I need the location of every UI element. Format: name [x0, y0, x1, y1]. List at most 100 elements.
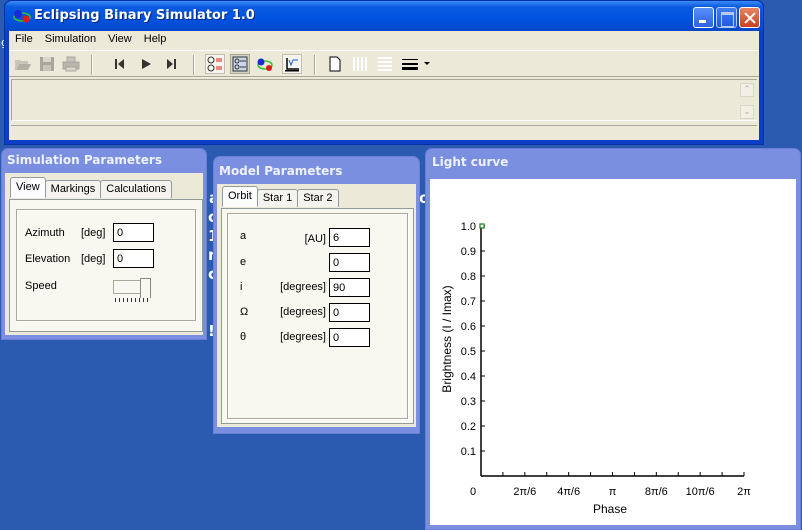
a-unit: [AU]: [304, 233, 326, 245]
menu-bar: File Simulation View Help: [9, 31, 759, 49]
new-document-button[interactable]: [325, 54, 345, 74]
panel-title[interactable]: Simulation Parameters: [7, 153, 162, 167]
x-tick-label: 4π/6: [557, 486, 580, 498]
toolbar-separator: [193, 55, 195, 75]
menu-file[interactable]: File: [9, 31, 39, 49]
chevron-down-icon: ⌄: [743, 106, 751, 116]
skip-to-end-icon: [167, 59, 176, 69]
tab-strip: View Markings Calculations: [10, 177, 173, 198]
play-button[interactable]: [136, 54, 156, 74]
omega-unit: [degrees]: [280, 306, 326, 318]
panel-title[interactable]: Model Parameters: [219, 164, 342, 178]
y-tick-label: 1.0: [461, 221, 476, 233]
tab-strip: Orbit Star 1 Star 2: [222, 186, 339, 207]
tab-orbit[interactable]: Orbit: [222, 186, 258, 207]
panel-body: a [AU] e i [degrees] Ω [degrees] θ [degr…: [217, 184, 416, 427]
data-point: [479, 223, 485, 229]
toolbar-separator: [314, 55, 316, 75]
tile-vertical-icon: [353, 57, 367, 71]
scroll-up-button[interactable]: ⌃: [740, 83, 754, 97]
view-group: Azimuth [deg] Elevation [deg] Speed: [16, 209, 196, 321]
a-input[interactable]: [329, 228, 370, 247]
chevron-up-icon: ⌃: [743, 84, 751, 94]
close-button[interactable]: [739, 7, 760, 28]
chart-svg: 0.1 0.2 0.3 0.4 0.5 0.6 0.7 0.8 0.9 1.0 0 2π/6 4π/6 π…: [440, 221, 751, 516]
azimuth-input[interactable]: [113, 223, 154, 242]
print-icon: [62, 56, 80, 72]
tab-star-2[interactable]: Star 2: [297, 189, 339, 207]
toolbar: [9, 50, 759, 77]
light-curve-icon: [285, 58, 299, 72]
scroll-down-button[interactable]: ⌄: [740, 105, 754, 119]
omega-input[interactable]: [329, 303, 370, 322]
minimize-button[interactable]: [693, 7, 714, 28]
theta-label: θ: [240, 331, 247, 343]
print-button[interactable]: [61, 54, 81, 74]
elevation-label: Elevation: [25, 253, 71, 265]
menu-simulation[interactable]: Simulation: [39, 31, 102, 49]
menu-view[interactable]: View: [102, 31, 138, 49]
open-button[interactable]: [13, 54, 33, 74]
i-label: i: [240, 281, 243, 293]
dropdown-arrow-icon: [424, 62, 430, 65]
message-log[interactable]: ⌃ ⌄: [11, 79, 757, 121]
y-tick-label: 0.4: [461, 371, 476, 383]
tab-calculations[interactable]: Calculations: [100, 180, 173, 198]
maximize-button[interactable]: [716, 7, 737, 28]
y-tick-label: 0.8: [461, 271, 476, 283]
tile-horizontal-button[interactable]: [375, 54, 395, 74]
azimuth-unit: [deg]: [81, 227, 106, 239]
x-tick-label: 8π/6: [645, 486, 668, 498]
i-input[interactable]: [329, 278, 370, 297]
save-button[interactable]: [37, 54, 57, 74]
tab-star-1[interactable]: Star 1: [256, 189, 299, 207]
y-axis-label: Brightness (I / Imax): [440, 285, 454, 392]
skip-to-start-button[interactable]: [110, 54, 130, 74]
y-tick-label: 0.3: [461, 396, 476, 408]
menu-help[interactable]: Help: [138, 31, 173, 49]
line-width-button[interactable]: [400, 54, 420, 74]
model-parameters-icon: [232, 56, 248, 72]
light-curve-chart: 0.1 0.2 0.3 0.4 0.5 0.6 0.7 0.8 0.9 1.0 0 2π/6 4π/6 π…: [430, 179, 796, 525]
binary-orbit-view-toggle[interactable]: [255, 54, 275, 74]
i-unit: [degrees]: [280, 281, 326, 293]
light-curve-toggle[interactable]: [282, 54, 302, 74]
azimuth-label: Azimuth: [25, 227, 65, 239]
x-tick-label: 2π: [737, 486, 751, 498]
simulation-parameters-toggle[interactable]: [205, 54, 225, 74]
line-width-dropdown[interactable]: [421, 54, 433, 74]
theta-input[interactable]: [329, 328, 370, 347]
status-bar: [11, 125, 757, 141]
y-tick-label: 0.2: [461, 421, 476, 433]
elevation-input[interactable]: [113, 249, 154, 268]
slider-thumb[interactable]: [140, 278, 151, 298]
elevation-unit: [deg]: [81, 253, 106, 265]
model-parameters-panel: Model Parameters a [AU] e i [degrees] Ω …: [213, 156, 420, 434]
panel-title[interactable]: Light curve: [432, 155, 508, 169]
y-tick-label: 0.7: [461, 296, 476, 308]
window-client: File Simulation View Help ⌃ ⌄: [9, 31, 759, 140]
binary-orbit-view-icon: [257, 58, 273, 71]
window-title: Eclipsing Binary Simulator 1.0: [34, 8, 255, 23]
title-bar[interactable]: Eclipsing Binary Simulator 1.0: [5, 1, 763, 31]
tab-view[interactable]: View: [10, 177, 46, 198]
e-label: e: [240, 256, 247, 268]
simulation-parameters-icon: [207, 56, 222, 72]
tab-page-view: Azimuth [deg] Elevation [deg] Speed: [9, 199, 203, 332]
speed-slider[interactable]: [113, 278, 153, 304]
skip-to-end-button[interactable]: [161, 54, 181, 74]
y-tick-label: 0.5: [461, 346, 476, 358]
new-document-icon: [329, 56, 341, 72]
model-parameters-toggle[interactable]: [230, 54, 250, 74]
panel-body: Azimuth [deg] Elevation [deg] Speed View…: [5, 173, 203, 335]
save-icon: [40, 57, 54, 71]
tab-markings[interactable]: Markings: [44, 180, 102, 198]
speed-label: Speed: [25, 280, 57, 292]
open-folder-icon: [15, 60, 31, 70]
y-tick-label: 0.6: [461, 321, 476, 333]
e-input[interactable]: [329, 253, 370, 272]
tile-vertical-button[interactable]: [350, 54, 370, 74]
light-curve-panel: Light curve 0.1 0.2 0.3 0.4 0.5 0.6 0.7 0.8 0.9 1…: [425, 148, 801, 530]
x-tick-label: 10π/6: [686, 486, 715, 498]
x-tick-label: 0: [470, 486, 476, 498]
